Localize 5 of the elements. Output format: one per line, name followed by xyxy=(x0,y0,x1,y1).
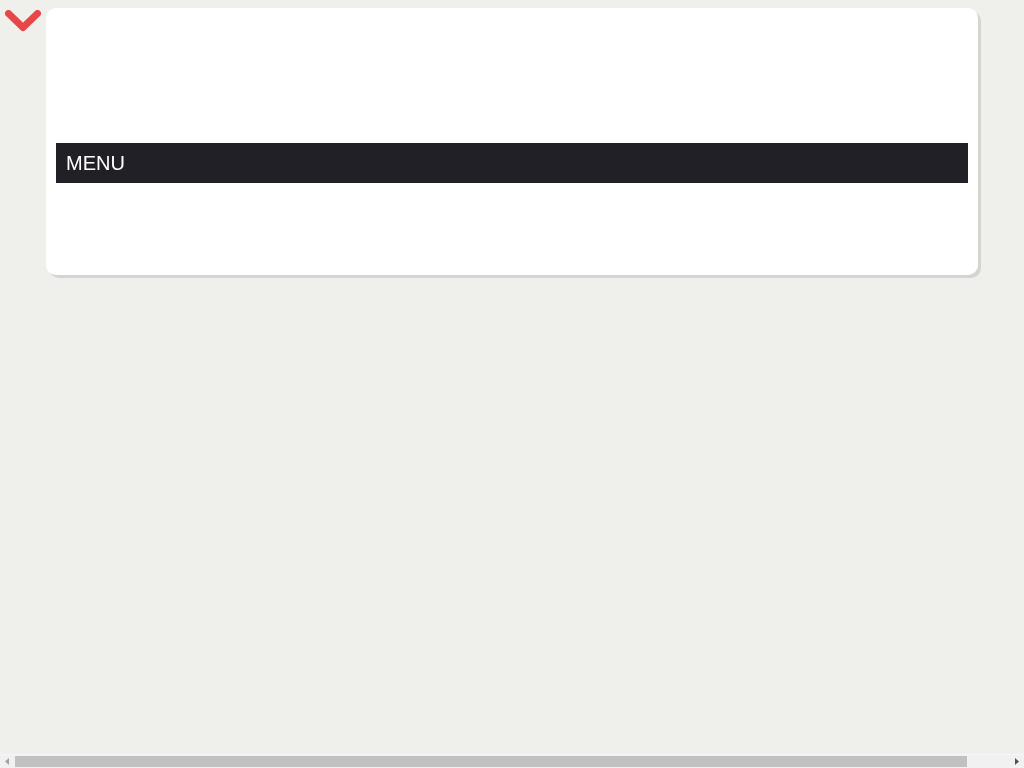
scrollbar-thumb[interactable] xyxy=(15,756,967,767)
scroll-left-icon[interactable] xyxy=(5,758,9,765)
menu-bar[interactable]: MENU xyxy=(56,143,968,183)
chevron-down-icon[interactable] xyxy=(5,10,41,32)
scroll-right-icon[interactable] xyxy=(1015,758,1019,765)
